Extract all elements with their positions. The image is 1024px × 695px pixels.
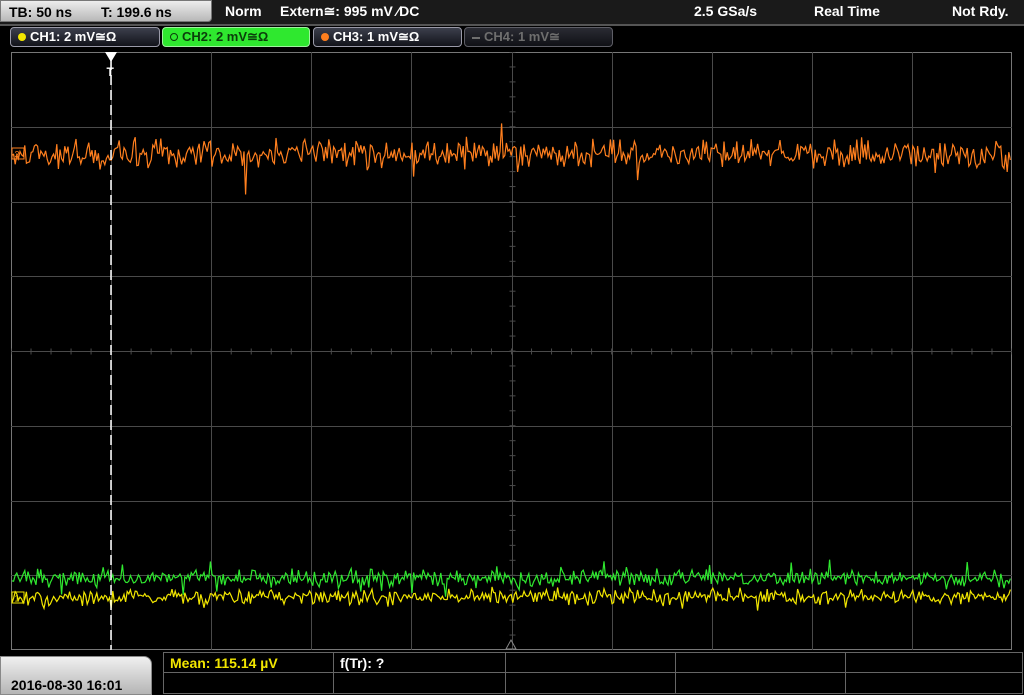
measurement-cell-empty-5[interactable] [334,673,506,693]
measurement-cell-empty-7[interactable] [676,673,846,693]
channel-1-indicator-icon [18,33,26,41]
datetime-panel: 2016-08-30 16:01 [0,656,152,695]
trigger-source-label[interactable]: Extern≅: 995 mV ∕DC [280,3,419,20]
measurement-cell-freq[interactable]: f(Tr): ? [334,653,506,673]
top-status-bar: TB: 50 ns T: 199.6 ns Norm Extern≅: 995 … [0,0,1024,24]
channel-1-offset-label: 1 [15,594,20,604]
channel-4-label: CH4: 1 mV≅ [484,29,560,44]
channel-3-trace [11,123,1011,195]
measurement-freq-label: f(Tr): ? [340,655,385,671]
graticule[interactable]: T 3 1 [11,52,1012,650]
channel-2-indicator-icon [170,33,178,41]
channel-1-button[interactable]: CH1: 2 mV≅Ω [10,27,160,47]
waveform-traces [11,123,1011,611]
channel-2-label: CH2: 2 mV≅Ω [182,29,269,44]
sample-rate-label[interactable]: 2.5 GSa/s [694,3,757,19]
channel-4-button[interactable]: CH4: 1 mV≅ [464,27,613,47]
trigger-time-label[interactable]: T: 199.6 ns [101,4,172,20]
channel-4-indicator-icon [472,37,480,39]
channel-3-button[interactable]: CH3: 1 mV≅Ω [313,27,462,47]
channel-3-label: CH3: 1 mV≅Ω [333,29,420,44]
bottom-status-bar: 2016-08-30 16:01 Mean: 115.14 µV f(Tr): … [0,652,1024,695]
measurement-table[interactable]: Mean: 115.14 µV f(Tr): ? [163,652,1023,694]
channel-1-label: CH1: 2 mV≅Ω [30,29,117,44]
channel-3-offset-label: 3 [15,150,20,160]
measurement-mean-label: Mean: 115.14 µV [170,655,278,671]
timebase-panel[interactable]: TB: 50 ns T: 199.6 ns [0,0,212,22]
measurement-cell-empty-3[interactable] [846,653,1022,673]
datetime-label: 2016-08-30 16:01 [11,677,123,693]
trigger-marker-label: T [107,65,115,79]
acquisition-status-label: Not Rdy. [952,3,1009,19]
trigger-mode-label[interactable]: Norm [225,3,262,19]
measurement-cell-empty-1[interactable] [506,653,676,673]
channel-bar: CH1: 2 mV≅Ω CH2: 2 mV≅Ω CH3: 1 mV≅Ω CH4:… [0,26,1024,50]
time-reference-icon [505,638,517,650]
measurement-cell-empty-6[interactable] [506,673,676,693]
channel-3-indicator-icon [321,33,329,41]
trigger-arrow-icon[interactable] [105,52,117,62]
measurement-cell-empty-4[interactable] [164,673,334,693]
measurement-cell-empty-2[interactable] [676,653,846,673]
measurement-cell-empty-8[interactable] [846,673,1022,693]
measurement-cell-mean[interactable]: Mean: 115.14 µV [164,653,334,673]
waveform-display[interactable]: T 3 1 [11,52,1012,650]
timebase-label[interactable]: TB: 50 ns [9,4,72,20]
channel-2-button[interactable]: CH2: 2 mV≅Ω [162,27,310,47]
acquisition-mode-label[interactable]: Real Time [814,3,880,19]
